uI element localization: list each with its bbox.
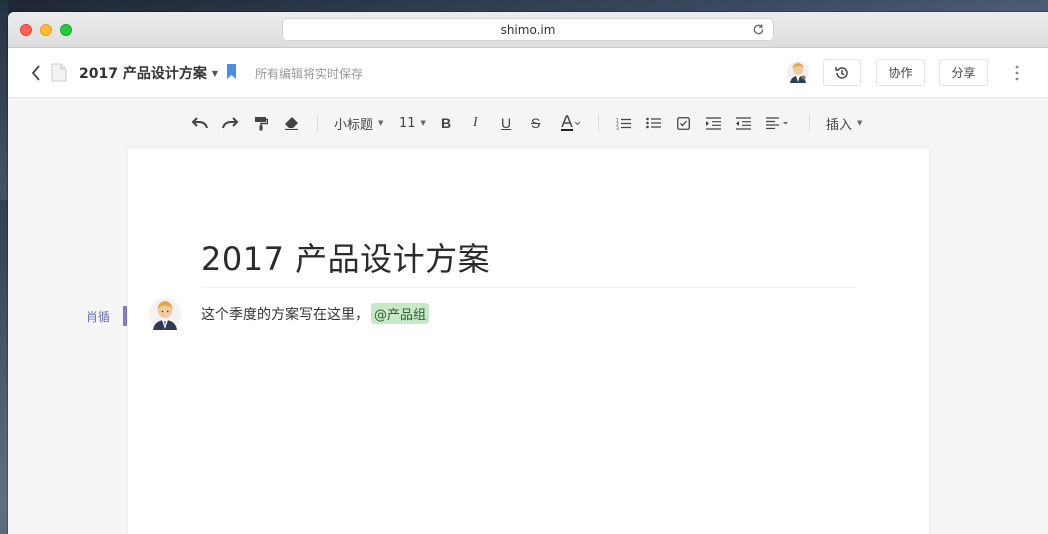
- caret-down-icon: ▼: [857, 119, 863, 127]
- collaborate-button[interactable]: 协作: [876, 59, 925, 86]
- reload-icon[interactable]: [752, 23, 765, 36]
- indent-icon: [706, 116, 721, 130]
- font-size-dropdown[interactable]: 11 ▼: [399, 98, 426, 148]
- align-dropdown[interactable]: [766, 98, 790, 148]
- align-left-icon: [766, 117, 788, 129]
- checkbox-icon: [677, 116, 690, 130]
- author-marker-bar: [123, 306, 127, 326]
- ordered-list-button[interactable]: 1 2 3: [616, 98, 631, 148]
- more-vertical-icon[interactable]: [1014, 64, 1020, 82]
- checklist-button[interactable]: [677, 98, 690, 148]
- outdent-icon: [736, 116, 751, 130]
- history-button[interactable]: [823, 59, 861, 86]
- browser-window: shimo.im 2017 产品设计方案 ▼ 所有编辑将实时保存 协作 分享 小…: [8, 12, 1048, 534]
- document-title-text: 2017 产品设计方案: [79, 66, 207, 82]
- save-status-text: 所有编辑将实时保存: [255, 67, 364, 81]
- bold-button[interactable]: B: [441, 98, 451, 148]
- caret-down-icon: ▼: [211, 68, 218, 78]
- back-arrow-icon[interactable]: [30, 64, 42, 82]
- title-divider: [201, 287, 856, 288]
- italic-button[interactable]: I: [473, 98, 478, 148]
- italic-icon: I: [473, 115, 478, 130]
- outdent-button[interactable]: [736, 98, 751, 148]
- clear-format-button[interactable]: [284, 98, 299, 148]
- ordered-list-icon: 1 2 3: [616, 117, 631, 130]
- strikethrough-button[interactable]: S: [531, 98, 540, 148]
- eraser-icon: [285, 117, 298, 130]
- insert-label: 插入: [826, 117, 853, 133]
- user-avatar-icon[interactable]: [787, 61, 809, 83]
- document-file-icon: [51, 63, 67, 82]
- paragraph-style-dropdown[interactable]: 小标题 ▼: [334, 98, 383, 148]
- undo-button[interactable]: [191, 98, 209, 148]
- caret-down-icon: ▼: [378, 119, 384, 127]
- format-painter-button[interactable]: [254, 98, 268, 148]
- document-page[interactable]: 2017 产品设计方案 这个季度的方案写在这里， @产品组: [128, 148, 929, 534]
- caret-down-icon: ▼: [420, 119, 426, 127]
- indent-button[interactable]: [706, 98, 721, 148]
- document-paragraph[interactable]: 这个季度的方案写在这里， @产品组: [201, 303, 430, 324]
- minimize-window-button[interactable]: [40, 24, 52, 36]
- author-avatar-icon: [149, 298, 181, 330]
- history-clock-icon: [835, 66, 848, 79]
- text-color-button[interactable]: [560, 98, 582, 148]
- font-color-icon: [561, 115, 581, 131]
- close-window-button[interactable]: [20, 24, 32, 36]
- bold-icon: B: [441, 115, 452, 131]
- toolbar-divider: [598, 114, 599, 132]
- desktop-background: [0, 0, 8, 200]
- bullet-list-icon: [646, 117, 661, 129]
- toolbar-divider: [317, 114, 318, 132]
- redo-button[interactable]: [221, 98, 239, 148]
- window-controls: [20, 24, 72, 36]
- url-text: shimo.im: [500, 22, 556, 37]
- maximize-window-button[interactable]: [60, 24, 72, 36]
- paragraph-style-label: 小标题: [334, 117, 374, 133]
- bullet-list-button[interactable]: [646, 98, 661, 148]
- app-header: 2017 产品设计方案 ▼ 所有编辑将实时保存 协作 分享: [8, 48, 1048, 98]
- document-heading[interactable]: 2017 产品设计方案: [201, 234, 490, 280]
- paragraph-text: 这个季度的方案写在这里，: [201, 306, 369, 323]
- underline-icon: U: [501, 115, 512, 131]
- svg-text:3: 3: [616, 125, 619, 129]
- paint-roller-icon: [255, 116, 268, 130]
- strikethrough-icon: S: [531, 115, 541, 131]
- share-button[interactable]: 分享: [939, 59, 988, 86]
- font-size-label: 11: [399, 115, 416, 131]
- toolbar-divider: [809, 114, 810, 132]
- document-title-menu[interactable]: 2017 产品设计方案 ▼: [79, 63, 218, 83]
- undo-icon: [191, 117, 208, 129]
- address-bar[interactable]: shimo.im: [282, 18, 774, 41]
- browser-titlebar: shimo.im: [8, 12, 1048, 48]
- bookmark-icon[interactable]: [226, 64, 237, 79]
- author-name: 肖循: [86, 310, 111, 324]
- underline-button[interactable]: U: [501, 98, 511, 148]
- format-toolbar: 小标题 ▼ 11 ▼ B I U S 1 2 3 插入 ▼: [8, 98, 1048, 148]
- mention-tag[interactable]: @产品组: [371, 303, 430, 324]
- insert-dropdown[interactable]: 插入 ▼: [826, 98, 862, 148]
- redo-icon: [222, 117, 239, 129]
